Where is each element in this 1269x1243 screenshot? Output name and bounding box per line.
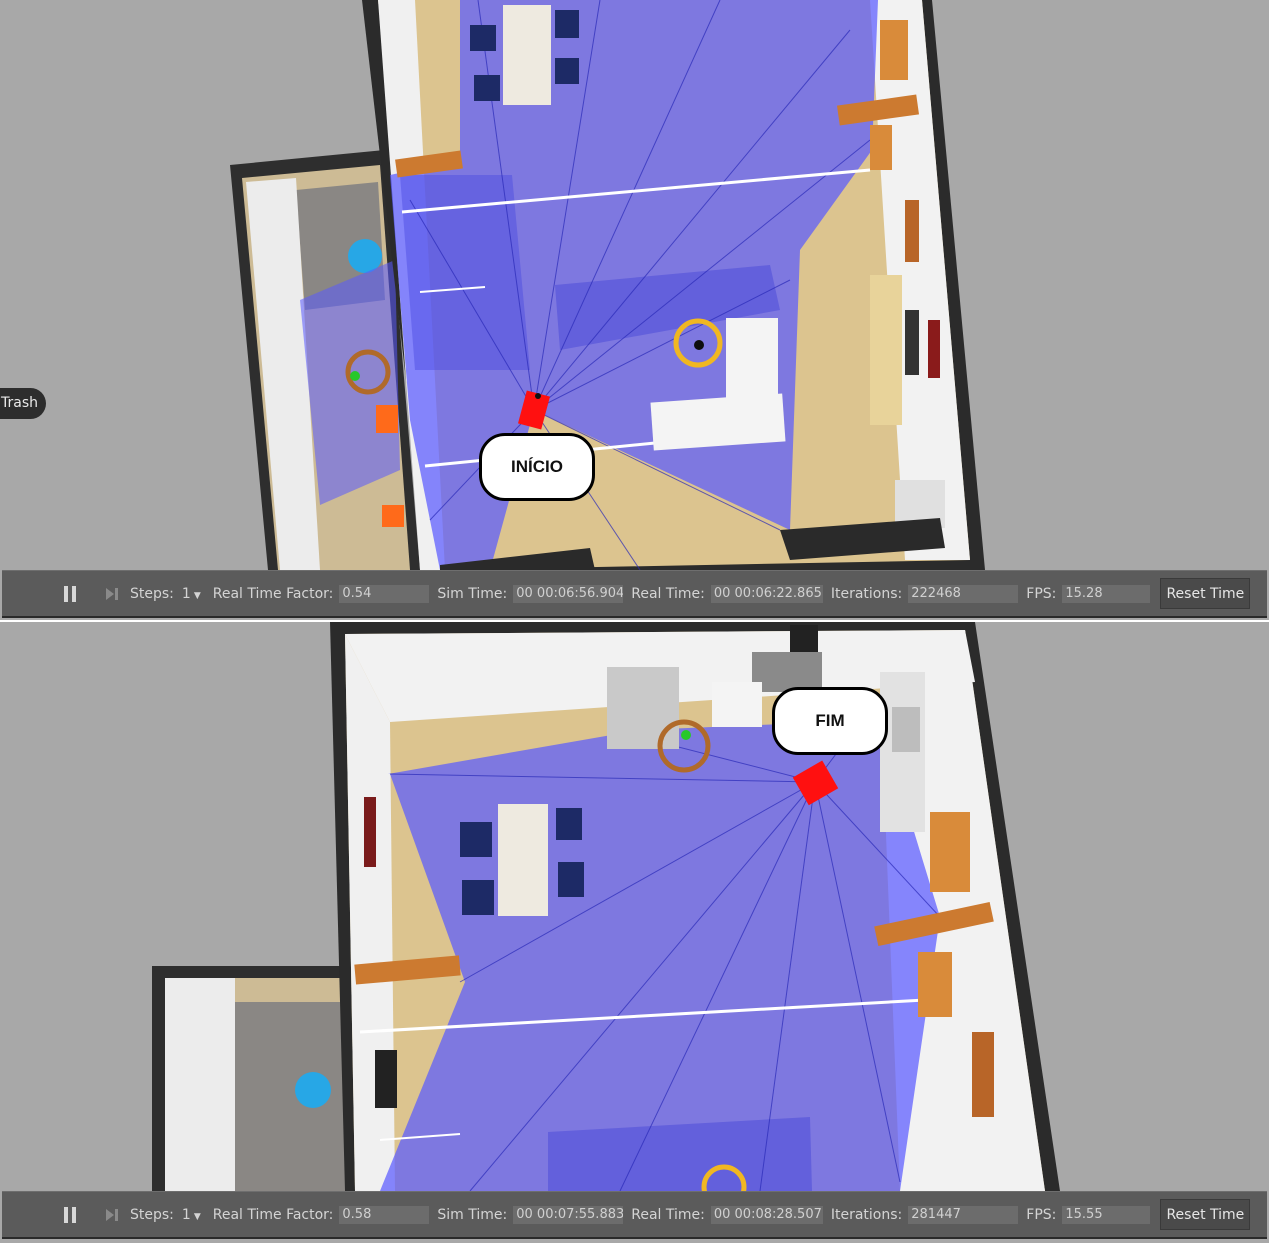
steps-dropdown[interactable]: 1 ▼ bbox=[182, 1207, 201, 1223]
simulation-viewport-top[interactable]: Trash INÍCIO Steps: 1 ▼ Real Time Factor:… bbox=[0, 0, 1269, 620]
dining-table bbox=[503, 5, 551, 105]
simulation-viewport-bottom[interactable]: FIM Steps: 1 ▼ Real Time Factor: 0.58 Sim… bbox=[0, 622, 1269, 1243]
real-time-label: Real Time: bbox=[631, 585, 705, 602]
chevron-down-icon: ▼ bbox=[193, 1211, 201, 1222]
fps-field: 15.55 bbox=[1062, 1205, 1151, 1224]
trash-tab[interactable]: Trash bbox=[0, 388, 46, 419]
steps-label: Steps: bbox=[130, 585, 174, 602]
orange-object bbox=[376, 405, 398, 433]
iterations-label: Iterations: bbox=[830, 1206, 903, 1223]
steps-label: Steps: bbox=[130, 1206, 174, 1223]
simulation-toolbar: Steps: 1 ▼ Real Time Factor: 0.54 Sim Tim… bbox=[2, 570, 1267, 618]
chevron-down-icon: ▼ bbox=[193, 590, 201, 601]
real-time-label: Real Time: bbox=[631, 1206, 705, 1223]
pause-icon[interactable] bbox=[60, 584, 80, 604]
orange-object-2 bbox=[382, 505, 404, 527]
end-callout: FIM bbox=[772, 687, 888, 755]
sim-time-label: Sim Time: bbox=[437, 585, 508, 602]
real-time-field: 00 00:08:28.507 bbox=[710, 1205, 823, 1224]
sim-time-field: 00 00:06:56.904 bbox=[513, 584, 624, 603]
step-icon[interactable] bbox=[102, 1205, 122, 1225]
fps-label: FPS: bbox=[1026, 1206, 1057, 1223]
scene-3d-view bbox=[230, 0, 985, 571]
scene-3d-view bbox=[152, 622, 1060, 1210]
fridge bbox=[607, 667, 679, 749]
sim-time-field: 00 00:07:55.883 bbox=[513, 1205, 624, 1224]
rtf-label: Real Time Factor: bbox=[212, 585, 334, 602]
simulation-toolbar: Steps: 1 ▼ Real Time Factor: 0.58 Sim Tim… bbox=[2, 1191, 1267, 1239]
iterations-label: Iterations: bbox=[830, 585, 903, 602]
rtf-field: 0.54 bbox=[339, 584, 430, 603]
reset-time-button[interactable]: Reset Time bbox=[1160, 578, 1251, 609]
sim-time-label: Sim Time: bbox=[437, 1206, 508, 1223]
start-callout: INÍCIO bbox=[479, 433, 595, 501]
rtf-field: 0.58 bbox=[339, 1205, 430, 1224]
pause-icon[interactable] bbox=[60, 1205, 80, 1225]
steps-dropdown[interactable]: 1 ▼ bbox=[182, 586, 201, 602]
trash-label: Trash bbox=[1, 395, 38, 411]
dining-table bbox=[498, 804, 548, 916]
steps-value: 1 bbox=[181, 585, 191, 602]
real-time-field: 00 00:06:22.865 bbox=[710, 584, 823, 603]
laser-scan bbox=[380, 720, 940, 1191]
fps-field: 15.28 bbox=[1062, 584, 1151, 603]
iterations-field: 222468 bbox=[908, 584, 1019, 603]
reset-time-button[interactable]: Reset Time bbox=[1160, 1199, 1251, 1230]
steps-value: 1 bbox=[181, 1206, 191, 1223]
sphere-object bbox=[295, 1072, 331, 1108]
fps-label: FPS: bbox=[1026, 585, 1057, 602]
rtf-label: Real Time Factor: bbox=[212, 1206, 334, 1223]
iterations-field: 281447 bbox=[908, 1205, 1019, 1224]
step-icon[interactable] bbox=[102, 584, 122, 604]
